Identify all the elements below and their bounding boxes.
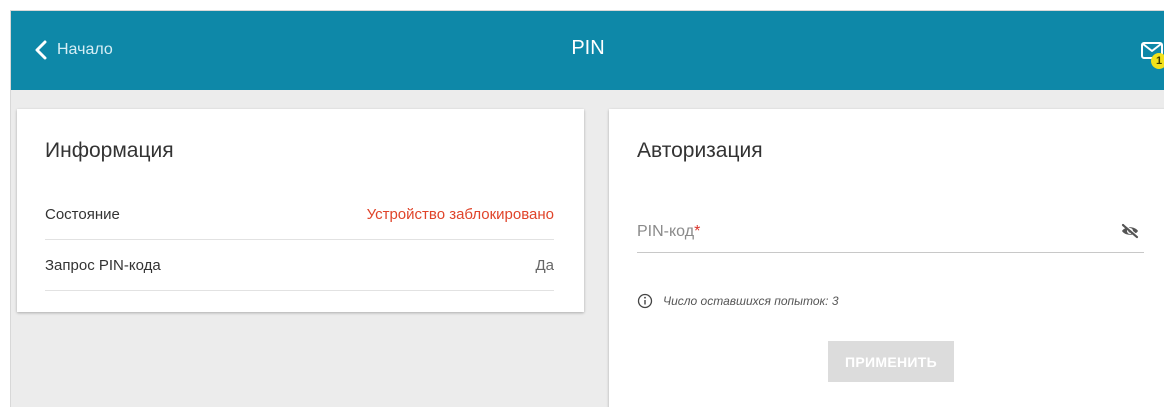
attempts-hint: Число оставшихся попыток: 3 xyxy=(637,293,839,309)
page-title: PIN xyxy=(571,37,605,59)
chevron-left-icon xyxy=(35,40,47,60)
top-bar: Начало PIN 1 xyxy=(11,11,1164,90)
auth-card: Авторизация PIN-код* Число оставшихся по… xyxy=(609,109,1164,407)
apply-button[interactable]: ПРИМЕНИТЬ xyxy=(828,341,954,382)
info-icon xyxy=(637,293,653,309)
back-label: Начало xyxy=(57,41,113,58)
status-label: Состояние xyxy=(45,205,120,223)
pin-input[interactable] xyxy=(637,209,1107,253)
notification-badge: 1 xyxy=(1151,53,1164,69)
pin-request-value: Да xyxy=(535,256,554,274)
pin-field: PIN-код* xyxy=(637,209,1144,253)
status-value: Устройство заблокировано xyxy=(366,205,554,223)
attempts-hint-text: Число оставшихся попыток: 3 xyxy=(663,294,839,308)
auth-card-title: Авторизация xyxy=(637,139,763,162)
app-frame: Начало PIN 1 Информация Состояние Устрой… xyxy=(10,10,1164,407)
info-row-status: Состояние Устройство заблокировано xyxy=(45,189,554,240)
eye-off-icon[interactable] xyxy=(1120,223,1140,239)
pin-request-label: Запрос PIN-кода xyxy=(45,256,161,274)
info-row-pin-request: Запрос PIN-кода Да xyxy=(45,240,554,291)
back-link[interactable]: Начало xyxy=(35,37,113,63)
info-card: Информация Состояние Устройство заблокир… xyxy=(17,109,584,312)
info-card-title: Информация xyxy=(45,139,174,162)
